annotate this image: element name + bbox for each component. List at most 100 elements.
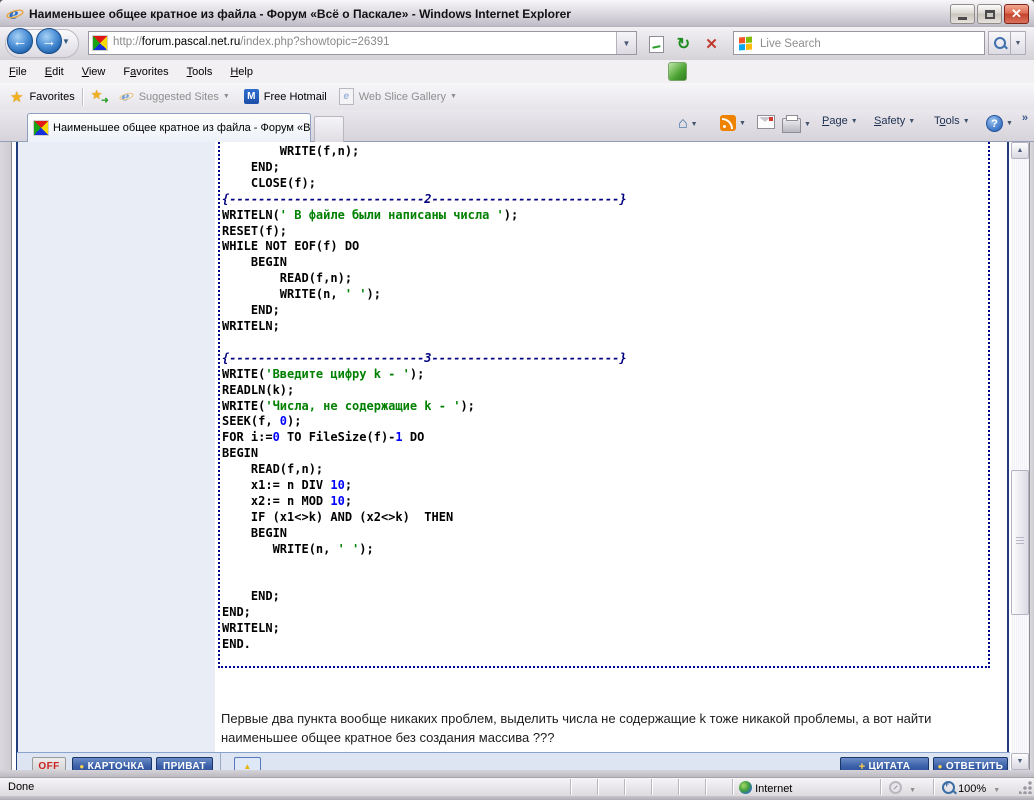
post-author-column [18,142,215,752]
rss-feed-icon[interactable] [720,115,736,131]
vertical-scrollbar[interactable]: ▲ ▼ [1011,142,1029,770]
off-button[interactable]: OFF [32,757,66,770]
code-line: END; [222,605,988,621]
page-menu-button[interactable]: Page▼ [822,115,863,127]
minimize-icon [958,17,967,20]
new-tab-button[interactable] [314,116,344,142]
help-dropdown-icon[interactable]: ▼ [1006,120,1013,127]
code-snippet-box: WRITE(f,n); END; CLOSE(f);{-------------… [218,142,990,668]
private-message-button[interactable]: ПРИВАТ [156,757,213,770]
feeds-dropdown-icon[interactable]: ▼ [739,120,746,127]
recent-pages-dropdown[interactable]: ▼ [62,37,70,46]
menu-favorites[interactable]: Favorites [114,63,177,81]
minimize-button[interactable] [950,4,975,24]
compatibility-view-button[interactable] [643,31,670,57]
maximize-button[interactable] [977,4,1002,24]
safety-menu-button[interactable]: Safety▼ [874,115,920,127]
status-cell [624,779,652,795]
toolbar-overflow-chevron[interactable]: » [1022,112,1028,124]
web-slice-icon: e [339,88,354,105]
read-mail-icon[interactable] [757,115,775,129]
free-hotmail-button[interactable]: Free Hotmail [264,91,327,103]
code-line: {---------------------------2-----------… [222,192,988,208]
code-line: BEGIN [222,255,988,271]
code-line: WRITELN; [222,319,988,335]
code-line: WRITE(n, ' '); [222,287,988,303]
favorites-separator [82,88,84,106]
address-dropdown-button[interactable]: ▼ [616,32,636,54]
menu-help[interactable]: Help [221,63,262,81]
status-cell [651,779,679,795]
code-line: WRITE(f,n); [222,144,988,160]
code-line: READ(f,n); [222,462,988,478]
protected-mode-cell[interactable]: ▼ [880,779,930,795]
address-bar[interactable]: http://forum.pascal.net.ru/index.php?sho… [88,31,637,55]
zoom-cell[interactable]: 100% ▼ [933,779,1018,795]
card-dot-icon: ● [79,762,84,770]
forum-table-left-border [16,142,18,770]
zoom-dropdown-icon: ▼ [993,787,1000,794]
status-cell [597,779,625,795]
code-line: WRITELN; [222,621,988,637]
menu-bar: File Edit View Favorites Tools Help [0,60,1034,84]
favorites-button[interactable]: Favorites [29,91,74,103]
code-line: RESET(f); [222,224,988,240]
zoom-level: 100% [958,783,986,795]
protected-mode-dropdown-icon: ▼ [909,787,916,794]
code-line: END; [222,303,988,319]
forward-button[interactable]: → [36,28,62,54]
home-icon[interactable]: ⌂ [678,115,688,133]
back-button[interactable]: ← [7,28,33,54]
refresh-button[interactable]: ↻ [670,31,697,57]
web-slice-dropdown-icon[interactable]: ▼ [450,93,457,100]
code-line: READLN(k); [222,383,988,399]
stop-button[interactable]: ✕ [698,31,725,57]
suggested-sites-button[interactable]: Suggested Sites [139,91,219,103]
code-line: READ(f,n); [222,271,988,287]
code-line [222,573,988,589]
window-bottom-edge [0,770,1034,777]
tools-menu-button[interactable]: Tools▼ [934,115,975,127]
menu-bar-extension-icon[interactable] [668,62,687,81]
menu-edit[interactable]: Edit [36,63,73,81]
navigation-bar: ← → ▼ http://forum.pascal.net.ru/index.p… [0,27,1034,60]
code-line: x1:= n DIV 10; [222,478,988,494]
menu-tools[interactable]: Tools [178,63,222,81]
add-favorite-button[interactable]: ★➜ [91,89,107,105]
protected-mode-icon [889,781,902,794]
scroll-up-button[interactable]: ▲ [1011,142,1029,159]
print-icon[interactable] [782,118,801,133]
code-block: WRITE(f,n); END; CLOSE(f);{-------------… [222,144,988,653]
code-line: BEGIN [222,446,988,462]
site-favicon [93,36,107,50]
page-content: WRITE(f,n); END; CLOSE(f);{-------------… [12,142,1010,770]
menu-file[interactable]: File [0,63,36,81]
url-text[interactable]: http://forum.pascal.net.ru/index.php?sho… [113,36,390,48]
window-right-border [1029,142,1034,770]
help-icon[interactable]: ? [986,115,1003,132]
print-dropdown-icon[interactable]: ▼ [804,121,811,128]
web-slice-gallery-button[interactable]: Web Slice Gallery [359,91,446,103]
search-options-dropdown[interactable]: ▼ [1011,31,1026,55]
code-line: WRITELN(' В файле были написаны числа ')… [222,208,988,224]
code-line: WHILE NOT EOF(f) DO [222,239,988,255]
reply-button[interactable]: ●ОТВЕТИТЬ [933,757,1008,770]
scroll-to-top-button[interactable]: ▲ [234,757,261,770]
close-button[interactable]: ✕ [1004,4,1029,24]
scrollbar-thumb[interactable] [1011,470,1029,615]
stop-icon: ✕ [705,35,718,53]
forum-table-right-border [1007,142,1009,770]
search-input[interactable] [758,34,977,53]
search-button[interactable] [988,31,1011,55]
security-zone-cell: Internet [732,779,842,795]
menu-view[interactable]: View [73,63,115,81]
suggested-sites-dropdown-icon[interactable]: ▼ [223,93,230,100]
scroll-down-button[interactable]: ▼ [1011,753,1029,770]
active-tab[interactable]: Наименьшее общее кратное из файла - Фору… [27,113,311,142]
code-line: END. [222,637,988,653]
favorites-star-icon: ★ [10,88,23,106]
resize-grip[interactable] [1019,781,1032,794]
home-dropdown-icon[interactable]: ▼ [691,121,698,128]
profile-card-button[interactable]: ●КАРТОЧКА [72,757,152,770]
quote-button[interactable]: +ЦИТАТА [840,757,929,770]
